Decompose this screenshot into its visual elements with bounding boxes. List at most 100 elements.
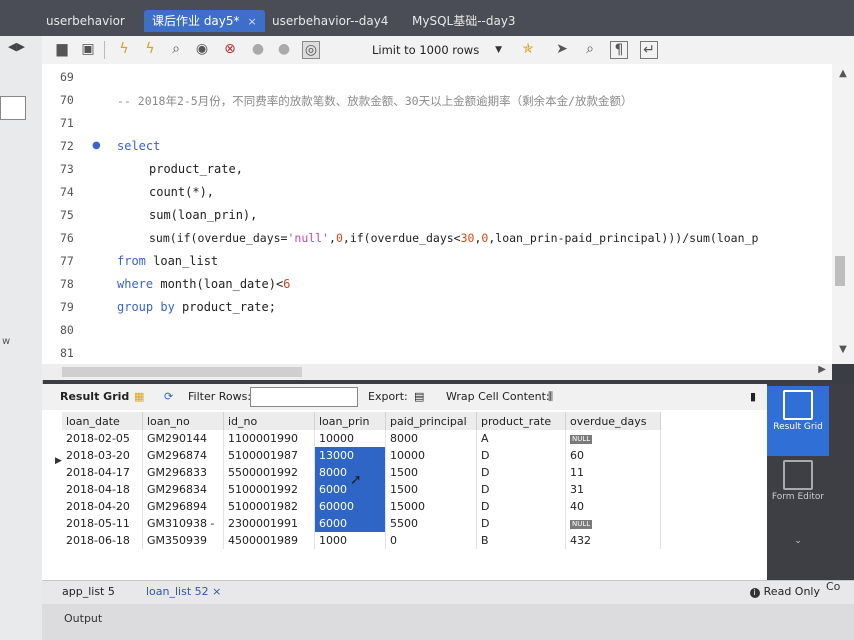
commit-icon[interactable]: ●: [250, 41, 266, 57]
table-cell[interactable]: 432: [565, 532, 661, 549]
column-header-loan-date[interactable]: loan_date: [62, 412, 143, 430]
result-grid[interactable]: loan_date loan_no id_no loan_prin paid_princ…: [42, 410, 767, 580]
table-cell[interactable]: 5100001992: [223, 481, 315, 498]
table-cell[interactable]: GM296834: [142, 481, 224, 498]
table-cell[interactable]: 2018-02-05: [62, 430, 143, 447]
panel-toggle-icon[interactable]: ▮: [750, 390, 756, 403]
column-header-loan-prin[interactable]: loan_prin: [314, 412, 386, 430]
execute-lightning-icon[interactable]: ϟ: [116, 41, 132, 57]
table-cell[interactable]: GM310938 -: [142, 515, 224, 532]
scroll-down-icon[interactable]: ▼: [832, 344, 854, 355]
tab-userbehavior-day4[interactable]: userbehavior--day4: [264, 10, 396, 32]
tab-mysql-day3[interactable]: MySQL基础--day3: [404, 10, 524, 32]
table-cell[interactable]: 13000: [314, 447, 386, 464]
table-cell[interactable]: 1500: [385, 481, 477, 498]
table-cell[interactable]: GM290144: [142, 430, 224, 447]
tab-day5[interactable]: 课后作业 day5* ×: [144, 10, 265, 32]
table-cell[interactable]: D: [476, 481, 566, 498]
form-editor-button[interactable]: Form Editor: [767, 460, 829, 502]
collapse-arrow-icon[interactable]: ◀▶: [8, 40, 25, 53]
scroll-up-icon[interactable]: ▲: [832, 68, 854, 79]
grid-icon[interactable]: ▦: [134, 390, 144, 403]
table-cell[interactable]: 2018-04-20: [62, 498, 143, 515]
open-folder-icon[interactable]: ▆: [54, 41, 70, 57]
table-cell[interactable]: 0: [385, 532, 477, 549]
table-cell[interactable]: A: [476, 430, 566, 447]
table-cell[interactable]: GM296894: [142, 498, 224, 515]
explain-icon[interactable]: ⌕: [168, 41, 184, 57]
wrap-lines-icon[interactable]: ↵: [640, 41, 658, 59]
table-cell[interactable]: 60000: [314, 498, 386, 515]
rollback-icon[interactable]: ●: [276, 41, 292, 57]
panel-scroll-down[interactable]: ⌄: [767, 536, 829, 546]
table-row[interactable]: 2018-05-11 GM310938 -2300001991 6000 5500 D N…: [62, 515, 661, 532]
table-cell[interactable]: 5100001987: [223, 447, 315, 464]
table-cell[interactable]: 2018-04-18: [62, 481, 143, 498]
null-cell[interactable]: NULL: [565, 515, 661, 532]
table-cell[interactable]: GM296833: [142, 464, 224, 481]
sql-editor[interactable]: 69 70 71 72 ● 73 74 75 76 77 78 79 80 81…: [42, 64, 832, 364]
editor-horizontal-scrollbar[interactable]: ▶: [42, 364, 832, 380]
table-cell[interactable]: 1000: [314, 532, 386, 549]
stop-icon[interactable]: ◉: [194, 41, 210, 57]
table-row[interactable]: 2018-02-05 GM290144 1100001990 10000 8000 A NU…: [62, 430, 661, 447]
table-cell[interactable]: D: [476, 498, 566, 515]
table-cell[interactable]: 8000: [385, 430, 477, 447]
null-cell[interactable]: NULL: [565, 430, 661, 447]
tab-loan-list-52[interactable]: loan_list 52 ×: [146, 585, 221, 598]
search-icon[interactable]: ⌕: [582, 41, 598, 57]
invisible-chars-icon[interactable]: ¶: [610, 41, 628, 59]
table-cell[interactable]: 10000: [314, 430, 386, 447]
table-cell[interactable]: 15000: [385, 498, 477, 515]
result-grid-button[interactable]: Result Grid: [767, 386, 829, 456]
wrap-cell-icon[interactable]: ⫼: [548, 390, 553, 404]
table-cell[interactable]: 2018-05-11: [62, 515, 143, 532]
refresh-icon[interactable]: ⟳: [164, 390, 173, 403]
table-cell[interactable]: 1100001990: [223, 430, 315, 447]
table-cell[interactable]: 6000: [314, 515, 386, 532]
autocommit-icon[interactable]: ◎: [302, 41, 320, 59]
table-cell[interactable]: 4500001989: [223, 532, 315, 549]
table-cell[interactable]: 40: [565, 498, 661, 515]
column-header-id-no[interactable]: id_no: [223, 412, 315, 430]
column-header-paid-principal[interactable]: paid_principal: [385, 412, 477, 430]
table-row[interactable]: 2018-06-18 GM350939 4500001989 1000 0 B 432: [62, 532, 661, 549]
table-cell[interactable]: D: [476, 447, 566, 464]
table-cell[interactable]: 5500001992: [223, 464, 315, 481]
editor-vertical-scrollbar[interactable]: ▲ ▼: [832, 64, 854, 364]
table-cell[interactable]: D: [476, 515, 566, 532]
table-cell[interactable]: B: [476, 532, 566, 549]
filter-rows-input[interactable]: [250, 387, 358, 407]
table-cell[interactable]: GM296874: [142, 447, 224, 464]
close-icon[interactable]: ×: [212, 585, 221, 598]
table-cell[interactable]: GM350939: [142, 532, 224, 549]
execute-statement-icon[interactable]: ϟ: [142, 41, 158, 57]
column-header-product-rate[interactable]: product_rate: [476, 412, 566, 430]
table-cell[interactable]: 1500: [385, 464, 477, 481]
table-cell[interactable]: D: [476, 464, 566, 481]
beautify-icon[interactable]: ✯: [520, 41, 536, 57]
export-icon[interactable]: ▤: [414, 390, 424, 403]
column-header-loan-no[interactable]: loan_no: [142, 412, 224, 430]
tab-app-list-5[interactable]: app_list 5: [62, 585, 115, 598]
table-cell[interactable]: 2018-06-18: [62, 532, 143, 549]
table-cell[interactable]: 2018-04-17: [62, 464, 143, 481]
scroll-thumb[interactable]: [835, 256, 845, 286]
toggle-error-icon[interactable]: ⊗: [222, 41, 238, 57]
table-cell[interactable]: 11: [565, 464, 661, 481]
scroll-thumb[interactable]: [62, 367, 302, 377]
table-cell[interactable]: 5500: [385, 515, 477, 532]
table-cell[interactable]: 10000: [385, 447, 477, 464]
close-icon[interactable]: ×: [248, 15, 257, 28]
table-cell[interactable]: 5100001982: [223, 498, 315, 515]
limit-rows-select[interactable]: Limit to 1000 rows ▼: [372, 40, 502, 60]
navigator-input[interactable]: [0, 96, 26, 120]
table-row[interactable]: 2018-03-20 GM296874 5100001987 13000 10000 D 6…: [62, 447, 661, 464]
snippet-icon[interactable]: ➤: [554, 41, 570, 57]
table-row[interactable]: 2018-04-20 GM296894 5100001982 60000 15000 D 4…: [62, 498, 661, 515]
save-icon[interactable]: ▣: [80, 41, 96, 57]
scroll-right-icon[interactable]: ▶: [818, 364, 826, 375]
table-cell[interactable]: 2018-03-20: [62, 447, 143, 464]
column-header-overdue-days[interactable]: overdue_days: [565, 412, 661, 430]
table-cell[interactable]: 2300001991: [223, 515, 315, 532]
